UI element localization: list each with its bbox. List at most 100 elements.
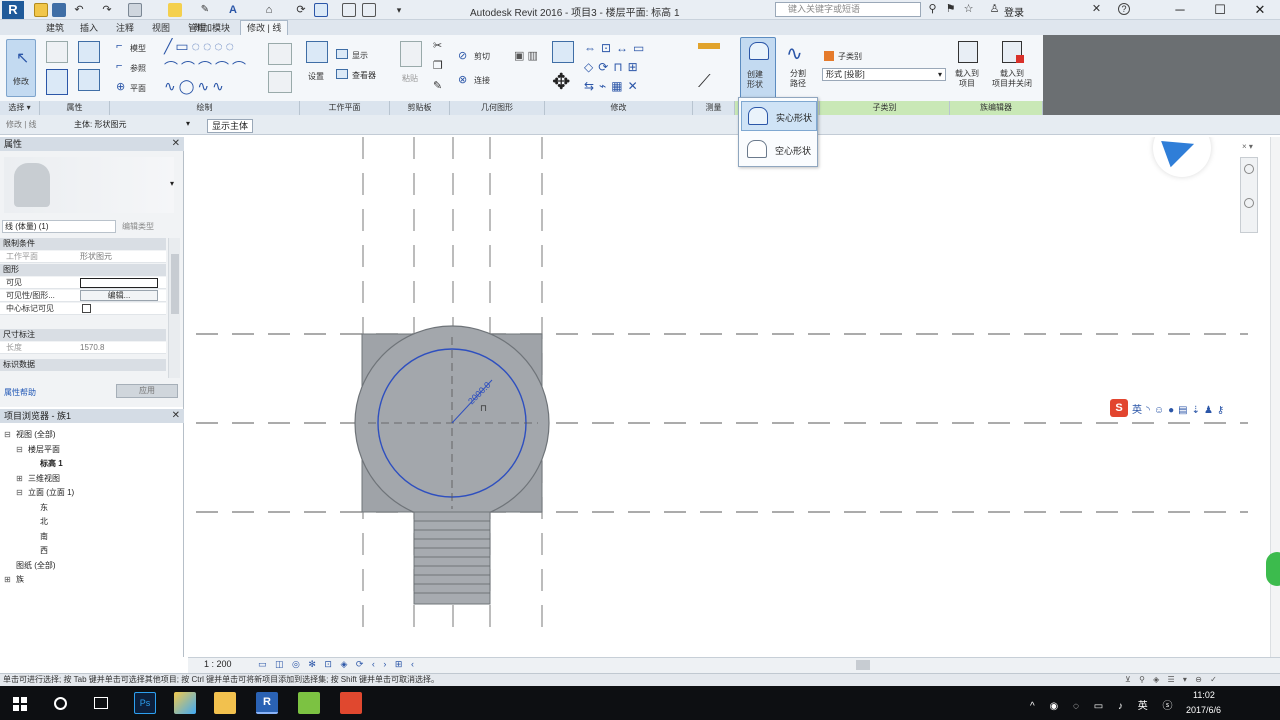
- cut-geometry-icon[interactable]: ⊘: [458, 49, 467, 62]
- photos-app-icon[interactable]: [174, 692, 196, 714]
- family-types-icon[interactable]: [78, 41, 100, 63]
- host-dropdown-arrow-icon[interactable]: ▾: [186, 119, 190, 128]
- tree-item[interactable]: 立面 (立面 1): [28, 487, 74, 499]
- view-scale[interactable]: 1 : 200: [204, 659, 232, 669]
- tree-toggle-icon[interactable]: ⊟: [16, 487, 23, 499]
- tab-addins[interactable]: 附加模块: [188, 21, 236, 35]
- tree-item[interactable]: 图纸 (全部): [16, 560, 56, 572]
- redo-icon[interactable]: ↷: [100, 3, 114, 17]
- align-icon[interactable]: [552, 41, 574, 63]
- cortana-icon[interactable]: [54, 697, 67, 710]
- tree-item[interactable]: 视图 (全部): [16, 429, 56, 441]
- edit-type-button[interactable]: 编辑类型: [122, 221, 154, 232]
- properties-scroll-thumb[interactable]: [171, 254, 179, 314]
- match-properties-icon[interactable]: ✎: [433, 79, 442, 92]
- close-button[interactable]: ✕: [1240, 0, 1280, 20]
- binoculars-icon[interactable]: ⚲: [926, 3, 939, 16]
- sogou-logo-icon[interactable]: S: [1110, 399, 1128, 417]
- 3d-view-icon[interactable]: ⌂: [262, 3, 276, 17]
- type-dropdown-arrow-icon[interactable]: ▾: [170, 179, 174, 188]
- tree-item[interactable]: 族: [16, 574, 24, 586]
- join-geometry-icon[interactable]: ⊗: [458, 73, 467, 86]
- browser-close-icon[interactable]: ✕: [172, 409, 180, 423]
- windows-start-icon[interactable]: [13, 697, 27, 711]
- tree-item[interactable]: 标高 1: [40, 458, 63, 470]
- status-tools-icon[interactable]: ⊻ ⚲ ◈ ☰ ▾ ⊖ ✓: [1125, 675, 1220, 684]
- nav-close-icon[interactable]: × ▾: [1242, 142, 1253, 151]
- clock-time[interactable]: 11:02: [1193, 690, 1215, 700]
- steering-wheel-icon[interactable]: [1244, 164, 1254, 174]
- tree-item[interactable]: 南: [40, 531, 48, 543]
- green-app-icon[interactable]: [298, 692, 320, 714]
- properties-icon[interactable]: [46, 69, 68, 95]
- horizontal-scroll-thumb[interactable]: [856, 660, 870, 670]
- tree-toggle-icon[interactable]: ⊟: [16, 444, 23, 456]
- floating-green-button[interactable]: [1266, 552, 1280, 586]
- type-properties-icon[interactable]: [46, 41, 68, 63]
- search-input[interactable]: 键入关键字或短语: [775, 2, 921, 17]
- paste-icon[interactable]: [400, 41, 422, 67]
- revit-logo[interactable]: R: [2, 1, 24, 19]
- communication-icon[interactable]: ☆: [962, 3, 975, 16]
- file-explorer-icon[interactable]: [214, 692, 236, 714]
- subscription-icon[interactable]: ⚑: [944, 3, 957, 16]
- show-host-button[interactable]: 显示主体: [207, 119, 254, 133]
- tree-toggle-icon[interactable]: ⊞: [16, 473, 23, 485]
- tree-item[interactable]: 楼层平面: [28, 444, 60, 456]
- tree-item[interactable]: 西: [40, 545, 48, 557]
- workplane-show-label[interactable]: 显示: [352, 50, 368, 61]
- properties-close-icon[interactable]: ✕: [172, 137, 180, 151]
- red-app-icon[interactable]: [340, 692, 362, 714]
- section-icon[interactable]: ⟳: [294, 3, 308, 17]
- divide-path-label[interactable]: 分割 路径: [790, 69, 806, 89]
- cut-geometry-label[interactable]: 剪切: [474, 51, 490, 62]
- visibility-edit-button[interactable]: 编辑...: [80, 290, 158, 301]
- zoom-icon[interactable]: [1244, 198, 1254, 208]
- measure-icon[interactable]: [168, 3, 182, 17]
- ime-toolbar[interactable]: S 英◝☺●▤⇣♟⚷: [1110, 399, 1280, 417]
- save-icon[interactable]: [52, 3, 66, 17]
- pick-faces-icon[interactable]: [268, 71, 292, 93]
- prop-group-graphics[interactable]: 图形: [0, 264, 166, 276]
- tree-item[interactable]: 北: [40, 516, 48, 528]
- workplane-show-icon[interactable]: [336, 49, 348, 59]
- help-icon[interactable]: ?: [1118, 3, 1130, 15]
- solid-form-item[interactable]: 实心形状: [741, 101, 817, 131]
- modify-button[interactable]: ↖ 修改: [6, 39, 36, 97]
- ref-plane-icon[interactable]: ⊕: [116, 80, 125, 93]
- switch-windows-icon[interactable]: [362, 3, 376, 17]
- tray-icons[interactable]: ^ ◉ ◌ ▭ ♪ 英 ⓢ: [1030, 697, 1178, 712]
- tab-architecture[interactable]: 建筑: [40, 21, 70, 35]
- revit-app-icon[interactable]: R: [256, 692, 278, 714]
- measure-icon[interactable]: [698, 43, 720, 49]
- tab-annotate[interactable]: 注释: [110, 21, 140, 35]
- move-icon[interactable]: ✥: [552, 71, 570, 93]
- properties-scrollbar[interactable]: [168, 238, 180, 378]
- workplane-viewer-label[interactable]: 查看器: [352, 70, 376, 81]
- tab-insert[interactable]: 插入: [74, 21, 104, 35]
- properties-help-link[interactable]: 属性帮助: [4, 387, 36, 398]
- reference-line-icon[interactable]: ⌐: [116, 60, 122, 72]
- minimize-button[interactable]: ─: [1160, 0, 1200, 20]
- draw-model-label[interactable]: 模型: [130, 43, 146, 54]
- tree-toggle-icon[interactable]: ⊟: [4, 429, 11, 441]
- spline-tool-icon[interactable]: ∿◯∿∿: [164, 78, 227, 95]
- exchange-icon[interactable]: ✕: [1090, 3, 1103, 16]
- type-selector[interactable]: 线 (体量) (1): [2, 220, 116, 233]
- clock-date[interactable]: 2017/6/6: [1186, 705, 1221, 715]
- plan-view[interactable]: 2000.0 ⊓: [188, 137, 1270, 657]
- navigation-bar[interactable]: [1240, 157, 1258, 233]
- cut-icon[interactable]: ✂: [433, 39, 442, 52]
- divide-path-icon[interactable]: ∿: [786, 41, 803, 66]
- undo-icon[interactable]: ↶: [72, 3, 86, 17]
- workplane-viewer-icon[interactable]: [336, 69, 348, 79]
- center-mark-checkbox[interactable]: [82, 304, 91, 313]
- ime-tools-icon[interactable]: 英◝☺●▤⇣♟⚷: [1132, 401, 1228, 416]
- open-icon[interactable]: [34, 3, 48, 17]
- close-hidden-icon[interactable]: [342, 3, 356, 17]
- draw-reference-label[interactable]: 参照: [130, 63, 146, 74]
- login-link[interactable]: 登录: [1004, 4, 1024, 19]
- task-view-icon[interactable]: [94, 697, 108, 709]
- prop-group-constraints[interactable]: 限制条件: [0, 238, 166, 250]
- arc-tool-icon[interactable]: ⌒⌒⌒⌒⌒: [164, 58, 249, 78]
